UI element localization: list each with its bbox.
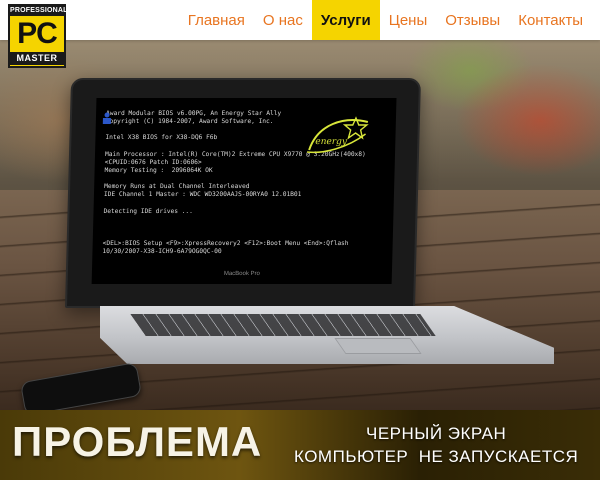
bios-line bbox=[103, 232, 383, 240]
banner-subtitle-1: ЧЕРНЫЙ ЭКРАН bbox=[366, 424, 507, 443]
bios-line: <DEL>:BIOS Setup <F9>:XpressRecovery2 <F… bbox=[102, 239, 349, 247]
laptop-model-label: MacBook Pro bbox=[223, 270, 260, 277]
bios-line: <CPUID:0676 Patch ID:0606> bbox=[104, 158, 202, 166]
bios-line: Detecting IDE drives ... bbox=[103, 207, 194, 215]
bios-line: 10/30/2007-X38-ICH9-6A79OG0QC-00 bbox=[102, 248, 222, 256]
nav-item-home[interactable]: Главная bbox=[179, 0, 254, 40]
hero-background-photo: energy Award Modular BIOS v6.00PG, An En… bbox=[0, 0, 600, 480]
banner-subtitle-2: КОМПЬЮТЕР НЕ ЗАПУСКАЕТСЯ bbox=[294, 447, 579, 466]
banner-title: ПРОБЛЕМА bbox=[12, 418, 263, 465]
logo-bottom-text: MASTER bbox=[10, 52, 64, 65]
energy-star-logo-icon: energy bbox=[306, 116, 369, 154]
laptop-keyboard bbox=[130, 314, 436, 336]
laptop-trackpad bbox=[334, 338, 422, 354]
nav-item-contacts[interactable]: Контакты bbox=[509, 0, 592, 40]
bios-line bbox=[104, 175, 384, 183]
energy-logo-text: energy bbox=[315, 137, 348, 147]
bios-line: Memory Testing : 2096064K OK bbox=[104, 167, 213, 175]
site-logo[interactable]: PROFESSIONAL PC MASTER bbox=[8, 4, 68, 68]
laptop-lid: energy Award Modular BIOS v6.00PG, An En… bbox=[64, 78, 422, 308]
bios-line: IDE Channel 1 Master : WDC WD3200AAJS-00… bbox=[103, 191, 302, 199]
nav-item-about[interactable]: О нас bbox=[254, 0, 312, 40]
nav-item-reviews[interactable]: Отзывы bbox=[436, 0, 509, 40]
bios-line bbox=[104, 200, 384, 208]
main-navigation: Главная О нас Услуги Цены Отзывы Контакт… bbox=[179, 0, 592, 40]
award-bios-logo-icon bbox=[102, 112, 111, 124]
bios-line: Memory Runs at Dual Channel Interleaved bbox=[104, 183, 250, 191]
nav-item-prices[interactable]: Цены bbox=[380, 0, 437, 40]
logo-main-text: PC bbox=[17, 17, 58, 50]
bios-line bbox=[103, 216, 383, 224]
nav-item-services[interactable]: Услуги bbox=[311, 0, 380, 40]
logo-top-text: PROFESSIONAL bbox=[10, 6, 68, 16]
site-header: Главная О нас Услуги Цены Отзывы Контакт… bbox=[0, 0, 600, 40]
bios-line bbox=[103, 224, 383, 232]
bios-screen: energy Award Modular BIOS v6.00PG, An En… bbox=[91, 98, 397, 284]
